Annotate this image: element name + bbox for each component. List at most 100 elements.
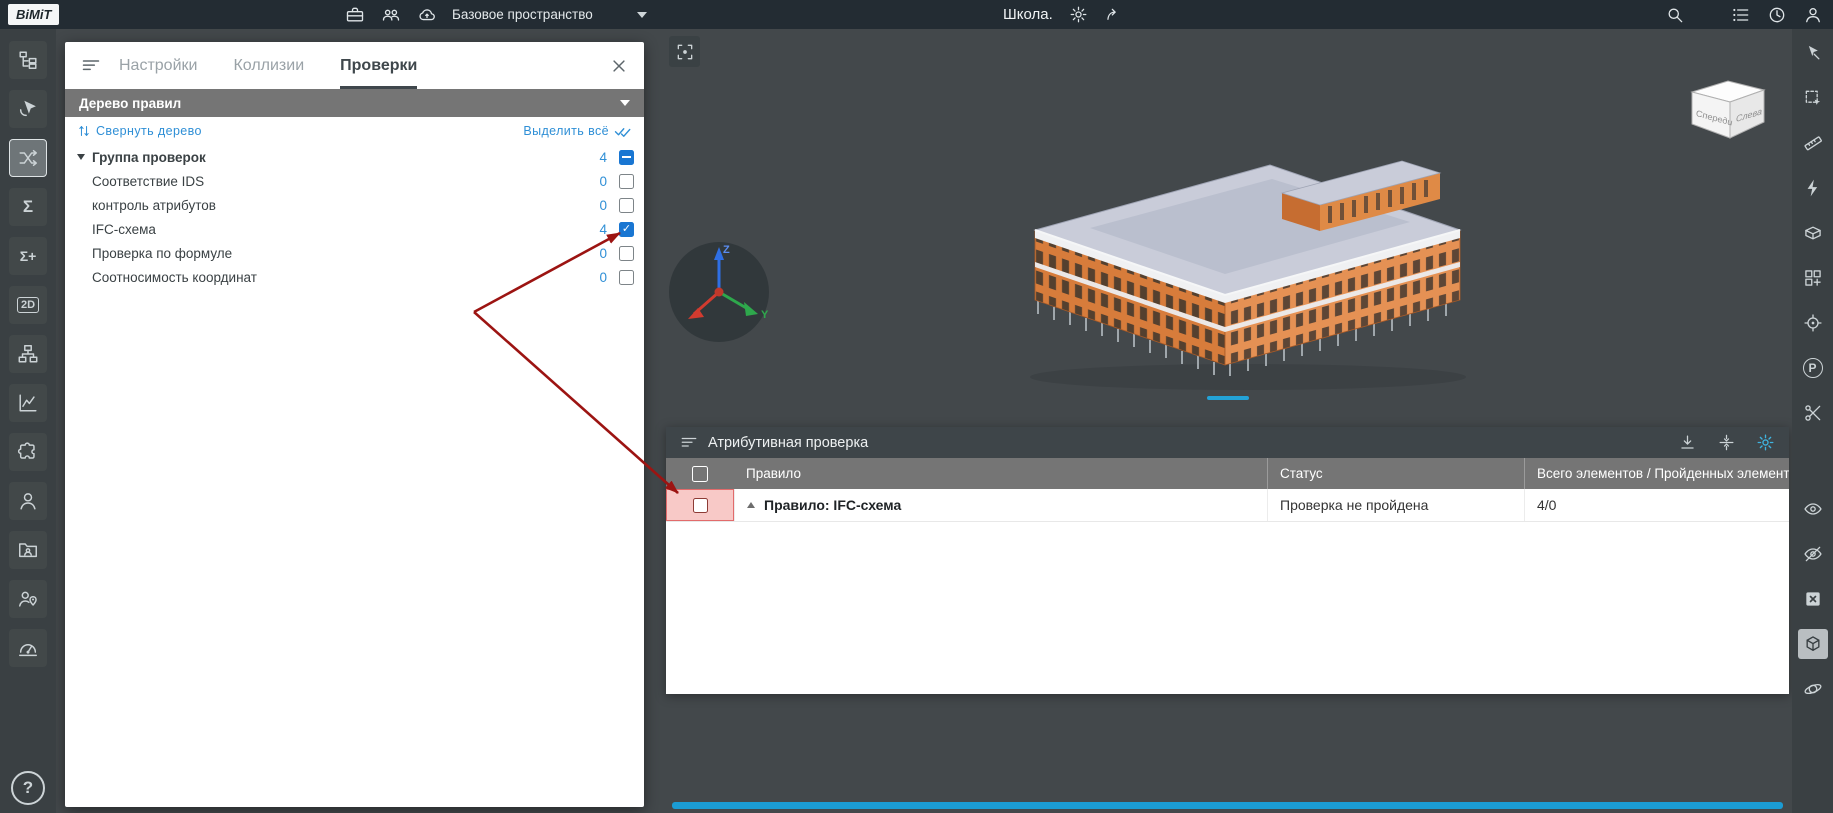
- horizontal-scrollbar[interactable]: [672, 802, 1783, 809]
- orbit-icon[interactable]: [1798, 674, 1828, 704]
- rule-count: 4: [599, 221, 607, 237]
- expand-caret-icon[interactable]: [77, 154, 85, 160]
- table-row[interactable]: Правило: IFC-схема Проверка не пройдена …: [666, 489, 1789, 522]
- menu-icon[interactable]: [680, 434, 698, 452]
- settings-icon[interactable]: [1069, 5, 1088, 24]
- rules-panel-header: Настройки Коллизии Проверки: [65, 42, 644, 89]
- select-all-link[interactable]: Выделить всё: [523, 124, 632, 138]
- export-icon[interactable]: [1678, 433, 1697, 452]
- tree-row-attribute-control[interactable]: контроль атрибутов 0: [65, 193, 644, 217]
- view-cube[interactable]: Спереди Слева: [1680, 74, 1775, 146]
- checkbox-ifc-schema[interactable]: [619, 221, 634, 237]
- area-select-icon[interactable]: [1798, 83, 1828, 113]
- rules-tree-section-header[interactable]: Дерево правил: [65, 89, 644, 117]
- column-rule[interactable]: Правило: [734, 458, 1267, 489]
- totals-cell: 4/0: [1524, 489, 1789, 521]
- rule-cell[interactable]: Правило: IFC-схема: [734, 489, 1267, 521]
- row-checkbox[interactable]: [692, 497, 708, 513]
- section-plane-icon[interactable]: [1798, 218, 1828, 248]
- tab-collisions[interactable]: Коллизии: [233, 42, 304, 89]
- history-icon[interactable]: [1767, 5, 1787, 25]
- checkbox-formula-check[interactable]: [619, 245, 634, 261]
- dashboard-icon[interactable]: [9, 629, 47, 667]
- rule-count: 0: [599, 269, 607, 285]
- tree-controls: Свернуть дерево Выделить всё: [65, 117, 644, 145]
- close-icon[interactable]: [610, 57, 628, 75]
- checks-icon[interactable]: [9, 139, 47, 177]
- search-icon[interactable]: [1665, 5, 1685, 25]
- plan-mode-icon[interactable]: P: [1798, 353, 1828, 383]
- help-button[interactable]: ?: [11, 771, 45, 805]
- checkbox-ids[interactable]: [619, 173, 634, 189]
- chevron-down-icon: [620, 100, 630, 106]
- sort-caret-icon[interactable]: [747, 502, 755, 508]
- tree-row-ifc-schema[interactable]: IFC-схема 4: [65, 217, 644, 241]
- attribute-panel-header: Атрибутивная проверка: [666, 427, 1789, 458]
- rule-count: 0: [599, 197, 607, 213]
- gizmo-y-label: Y: [761, 309, 769, 321]
- workspace-selector[interactable]: Базовое пространство: [452, 0, 647, 29]
- tab-checks[interactable]: Проверки: [340, 42, 418, 89]
- column-totals[interactable]: Всего элементов / Пройденных элементов: [1524, 458, 1789, 489]
- grid-icon[interactable]: [1798, 263, 1828, 293]
- fit-view-button[interactable]: [669, 36, 700, 67]
- measure-icon[interactable]: [1798, 128, 1828, 158]
- locate-icon[interactable]: [1798, 308, 1828, 338]
- checkbox-coordinates[interactable]: [619, 269, 634, 285]
- isolate-icon[interactable]: [1797, 629, 1828, 659]
- building-model: [1030, 160, 1466, 390]
- show-icon[interactable]: [1798, 494, 1828, 524]
- menu-icon[interactable]: [81, 56, 101, 76]
- hide-box-icon[interactable]: [1798, 584, 1828, 614]
- collapse-tree-link[interactable]: Свернуть дерево: [77, 124, 202, 138]
- tree-row-formula-check[interactable]: Проверка по формуле 0: [65, 241, 644, 265]
- topbar: BiMiT Базовое пространство Школа.: [0, 0, 1833, 29]
- cursor-select-icon[interactable]: [1798, 38, 1828, 68]
- checkbox-attribute-control[interactable]: [619, 197, 634, 213]
- clip-icon[interactable]: [1798, 398, 1828, 428]
- attribute-check-panel: Атрибутивная проверка Правило Статус Все…: [666, 396, 1789, 694]
- table-settings-icon[interactable]: [1756, 433, 1775, 452]
- double-check-icon: [614, 128, 631, 137]
- structure-icon[interactable]: [9, 335, 47, 373]
- plugins-icon[interactable]: [9, 433, 47, 471]
- column-status[interactable]: Статус: [1267, 458, 1524, 489]
- select-all-checkbox[interactable]: [692, 465, 708, 482]
- user-location-icon[interactable]: [9, 580, 47, 618]
- tab-settings[interactable]: Настройки: [119, 42, 197, 89]
- charts-icon[interactable]: [9, 384, 47, 422]
- quick-section-icon[interactable]: [1798, 173, 1828, 203]
- sum-icon[interactable]: Σ: [9, 188, 47, 226]
- user-icon[interactable]: [9, 482, 47, 520]
- sum-add-icon[interactable]: Σ+: [9, 237, 47, 275]
- checkbox-group[interactable]: [619, 149, 634, 165]
- rule-count: 0: [599, 245, 607, 261]
- project-title: Школа.: [1003, 6, 1053, 23]
- status-cell: Проверка не пройдена: [1267, 489, 1524, 521]
- model-tree-icon[interactable]: [9, 41, 47, 79]
- section-title: Дерево правил: [79, 95, 182, 111]
- tree-row-ids[interactable]: Соответствие IDS 0: [65, 169, 644, 193]
- app-logo: BiMiT: [8, 4, 60, 25]
- row-checkbox-cell[interactable]: [666, 489, 734, 521]
- view-2d-icon[interactable]: 2D: [9, 286, 47, 324]
- panel-resize-handle[interactable]: [1206, 396, 1249, 400]
- select-tool-icon[interactable]: [9, 90, 47, 128]
- list-icon[interactable]: [1731, 5, 1751, 25]
- share-icon[interactable]: [1104, 5, 1123, 24]
- tree-row-coordinates[interactable]: Соотносимость координат 0: [65, 265, 644, 289]
- apps-icon[interactable]: [345, 5, 365, 25]
- chevron-down-icon: [637, 11, 647, 18]
- rules-panel-tabs: Настройки Коллизии Проверки: [119, 42, 418, 89]
- rule-count: 0: [599, 173, 607, 189]
- team-icon[interactable]: [381, 5, 401, 25]
- cloud-sync-icon[interactable]: [417, 5, 437, 25]
- tree-row-group[interactable]: Группа проверок 4: [65, 145, 644, 169]
- navigation-gizmo[interactable]: Z Y: [664, 237, 774, 347]
- fit-view-icon: [677, 44, 692, 59]
- hide-icon[interactable]: [1798, 539, 1828, 569]
- fit-rows-icon[interactable]: [1717, 433, 1736, 452]
- rules-panel: Настройки Коллизии Проверки Дерево прави…: [65, 42, 644, 807]
- user-icon[interactable]: [1803, 5, 1823, 25]
- shared-folder-icon[interactable]: [9, 531, 47, 569]
